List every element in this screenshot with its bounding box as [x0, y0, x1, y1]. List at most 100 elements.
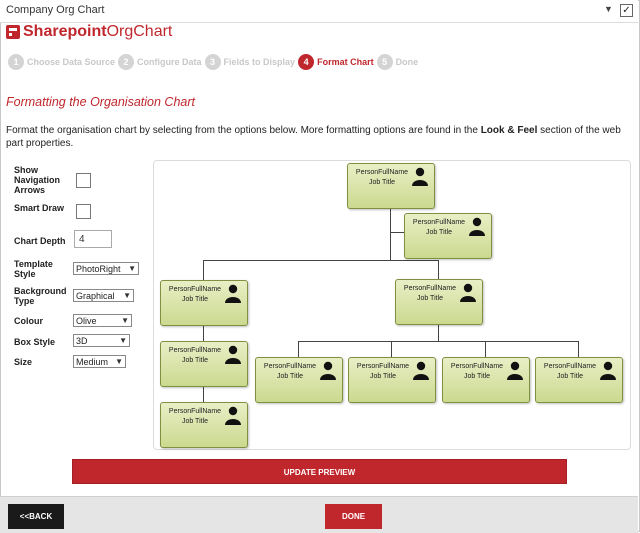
- webpart-title: Company Org Chart: [6, 4, 105, 16]
- update-preview-button[interactable]: UPDATE PREVIEW: [72, 459, 567, 484]
- nav-arrows-checkbox[interactable]: [76, 173, 91, 188]
- connector-line: [203, 386, 204, 403]
- person-icon: [469, 217, 485, 236]
- wizard-steps: 1 Choose Data Source 2 Configure Data 3 …: [8, 53, 421, 71]
- node-job-title: Job Title: [369, 373, 397, 380]
- node-job-title: Job Title: [416, 295, 444, 302]
- connector-line: [438, 260, 439, 279]
- box-style-label: Box Style: [14, 337, 56, 347]
- connector-line: [390, 208, 391, 260]
- step-number: 3: [204, 54, 221, 70]
- dropdown-arrow-icon[interactable]: ▼: [604, 4, 613, 14]
- nav-arrows-label: Show Navigation Arrows: [14, 165, 61, 195]
- connector-line: [203, 260, 204, 280]
- step-done[interactable]: 5 Done: [376, 54, 419, 70]
- logo-text-light: OrgChart: [106, 23, 173, 40]
- template-style-label: Template Style: [14, 259, 53, 279]
- step-choose-data-source[interactable]: 1 Choose Data Source: [8, 54, 115, 70]
- page-heading: Formatting the Organisation Chart: [6, 95, 195, 109]
- chevron-down-icon: ▼: [119, 336, 127, 345]
- node-name: PersonFullName: [168, 408, 222, 415]
- org-node[interactable]: PersonFullName Job Title: [347, 163, 435, 209]
- step-label: Configure Data: [137, 57, 202, 67]
- connector-line: [390, 232, 404, 233]
- node-job-title: Job Title: [276, 373, 304, 380]
- box-style-select[interactable]: 3D ▼: [73, 334, 130, 347]
- template-style-select[interactable]: PhotoRight ▼: [73, 262, 139, 275]
- node-job-title: Job Title: [368, 179, 396, 186]
- step-label: Format Chart: [317, 57, 374, 67]
- connector-line: [203, 260, 438, 261]
- org-node[interactable]: PersonFullName Job Title: [255, 357, 343, 403]
- step-label: Done: [395, 57, 419, 67]
- connector-line: [298, 341, 299, 357]
- colour-select[interactable]: Olive ▼: [73, 314, 132, 327]
- smart-draw-checkbox[interactable]: [76, 204, 91, 219]
- person-icon: [413, 361, 429, 380]
- step-number: 2: [118, 54, 135, 70]
- chevron-down-icon: ▼: [123, 291, 131, 300]
- back-button[interactable]: <<BACK: [8, 504, 64, 529]
- node-job-title: Job Title: [181, 418, 209, 425]
- step-fields-to-display[interactable]: 3 Fields to Display: [204, 54, 296, 70]
- connector-line: [438, 324, 439, 341]
- step-label: Choose Data Source: [27, 57, 116, 67]
- person-icon: [507, 361, 523, 380]
- size-label: Size: [14, 357, 33, 367]
- logo: Sharepoint OrgChart: [6, 22, 172, 42]
- logo-icon: [6, 25, 20, 39]
- org-node[interactable]: PersonFullName Job Title: [160, 402, 248, 448]
- step-number: 5: [376, 54, 393, 70]
- node-job-title: Job Title: [425, 229, 453, 236]
- org-node[interactable]: PersonFullName Job Title: [442, 357, 530, 403]
- step-format-chart[interactable]: 4 Format Chart: [298, 54, 374, 70]
- chart-depth-label: Chart Depth: [14, 236, 66, 246]
- node-name: PersonFullName: [168, 347, 222, 354]
- size-select[interactable]: Medium ▼: [73, 355, 126, 368]
- background-type-select[interactable]: Graphical ▼: [73, 289, 134, 302]
- description-text: Format the organisation chart by selecti…: [6, 125, 481, 136]
- person-icon: [600, 361, 616, 380]
- look-and-feel-text: Look & Feel: [480, 125, 538, 136]
- size-value: Medium: [76, 357, 109, 367]
- node-job-title: Job Title: [181, 357, 209, 364]
- chevron-down-icon: ▼: [128, 264, 136, 273]
- person-icon: [225, 345, 241, 364]
- logo-text-bold: Sharepoint: [23, 23, 107, 40]
- node-job-title: Job Title: [181, 296, 209, 303]
- node-name: PersonFullName: [403, 285, 457, 292]
- person-icon: [320, 361, 336, 380]
- org-node[interactable]: PersonFullName Job Title: [395, 279, 483, 325]
- org-node[interactable]: PersonFullName Job Title: [404, 213, 492, 259]
- step-label: Fields to Display: [223, 57, 296, 67]
- webpart-select-checkbox[interactable]: ✓: [620, 4, 633, 17]
- step-configure-data[interactable]: 2 Configure Data: [118, 54, 202, 70]
- node-job-title: Job Title: [556, 373, 584, 380]
- chart-depth-input[interactable]: 4: [74, 230, 112, 248]
- org-node[interactable]: PersonFullName Job Title: [348, 357, 436, 403]
- person-icon: [225, 284, 241, 303]
- node-name: PersonFullName: [450, 363, 504, 370]
- smart-draw-label: Smart Draw: [14, 203, 65, 213]
- person-icon: [412, 167, 428, 186]
- box-style-value: 3D: [76, 336, 88, 346]
- connector-line: [298, 341, 579, 342]
- colour-value: Olive: [76, 316, 97, 326]
- org-node[interactable]: PersonFullName Job Title: [535, 357, 623, 403]
- org-node[interactable]: PersonFullName Job Title: [160, 341, 248, 387]
- connector-line: [578, 341, 579, 357]
- node-job-title: Job Title: [463, 373, 491, 380]
- colour-label: Colour: [14, 316, 43, 326]
- connector-line: [203, 325, 204, 342]
- node-name: PersonFullName: [168, 286, 222, 293]
- template-style-value: PhotoRight: [76, 264, 121, 274]
- step-number: 1: [8, 54, 24, 70]
- node-name: PersonFullName: [355, 169, 409, 176]
- done-button[interactable]: DONE: [325, 504, 382, 529]
- page-description: Format the organisation chart by selecti…: [6, 124, 634, 150]
- node-name: PersonFullName: [356, 363, 410, 370]
- person-icon: [460, 283, 476, 302]
- org-node[interactable]: PersonFullName Job Title: [160, 280, 248, 326]
- node-name: PersonFullName: [543, 363, 597, 370]
- footer-bar: [0, 496, 638, 533]
